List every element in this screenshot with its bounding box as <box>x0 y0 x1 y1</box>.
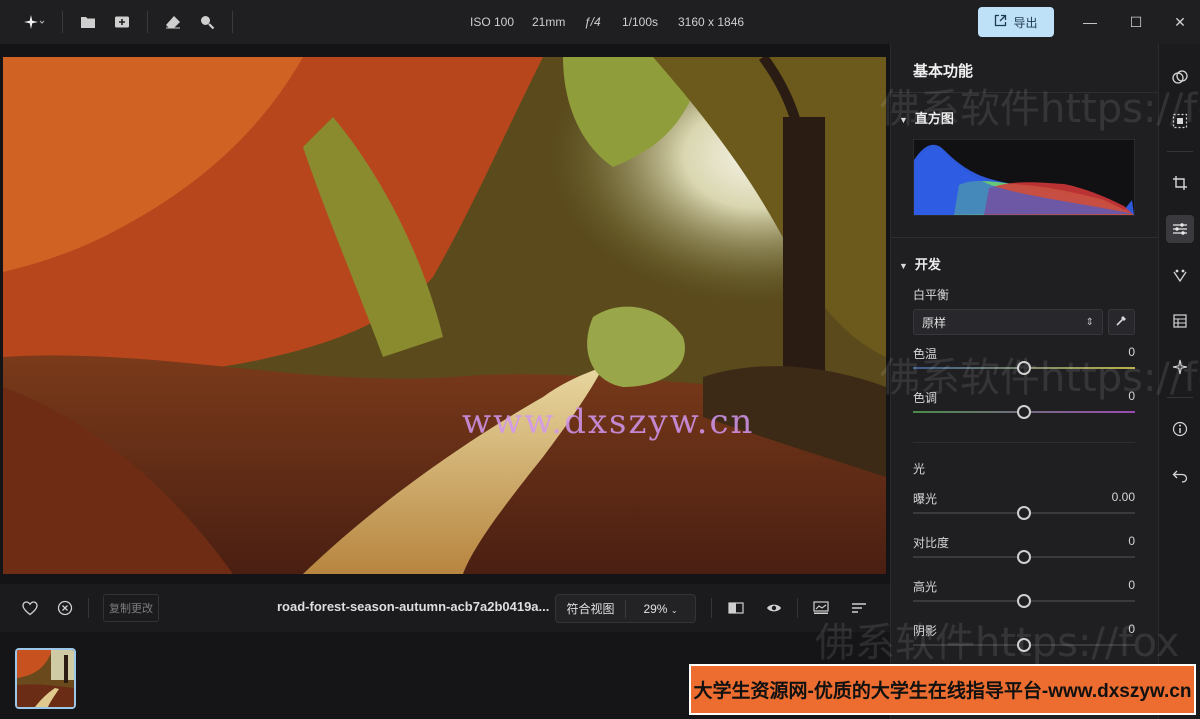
bottom-divider <box>797 598 798 618</box>
focal-length-value: 21mm <box>532 15 566 29</box>
chevron-down-icon: ⌄ <box>670 605 678 615</box>
highlights-slider[interactable]: 高光 0 <box>913 578 1135 618</box>
eraser-icon[interactable] <box>156 7 190 37</box>
rail-divider <box>1167 151 1193 152</box>
slider-value[interactable]: 0 <box>1128 534 1135 548</box>
top-toolbar: ISO 100 21mm ƒ/4 1/100s 3160 x 1846 导出 —… <box>0 0 1200 44</box>
aperture-value: ƒ/4 <box>584 15 601 29</box>
develop-label: 开发 <box>914 257 941 272</box>
histogram-chart <box>913 139 1135 216</box>
slider-value[interactable]: 0 <box>1128 389 1135 403</box>
collapse-triangle-icon: ▼ <box>899 261 908 271</box>
panel-title: 基本功能 <box>913 63 974 80</box>
adjustments-panel: 基本功能 ▼ 直方图 ▼ 开发 白平衡 原样 ⇕ 色温 0 色调 0 光 曝光 … <box>890 44 1159 719</box>
fit-to-view-button[interactable]: 符合视图 <box>556 600 625 617</box>
reject-icon[interactable] <box>55 598 75 618</box>
maximize-button[interactable]: ☐ <box>1113 0 1159 44</box>
collapse-triangle-icon: ▼ <box>899 115 908 125</box>
sparkle-icon[interactable] <box>14 7 54 37</box>
photo-canvas[interactable] <box>0 44 890 584</box>
search-icon[interactable] <box>190 7 224 37</box>
slider-knob[interactable] <box>1017 405 1031 419</box>
bottom-divider <box>88 598 89 618</box>
histogram-section-header[interactable]: ▼ 直方图 <box>899 108 954 127</box>
slider-knob[interactable] <box>1017 594 1031 608</box>
image-dimensions-value: 3160 x 1846 <box>678 15 745 29</box>
select-subject-icon[interactable] <box>1166 107 1194 135</box>
shutter-speed-value: 1/100s <box>622 15 659 29</box>
eye-icon[interactable] <box>764 598 784 618</box>
undo-icon[interactable] <box>1166 462 1194 490</box>
white-balance-select[interactable]: 原样 ⇕ <box>913 309 1103 335</box>
slider-value[interactable]: 0 <box>1128 578 1135 592</box>
bottom-toolbar: 复制更改 road-forest-season-autumn-acb7a2b04… <box>0 584 890 632</box>
info-icon[interactable] <box>1166 415 1194 443</box>
compare-icon[interactable] <box>726 598 746 618</box>
slider-label: 高光 <box>913 580 938 594</box>
rail-divider <box>1167 397 1193 398</box>
slider-label: 色调 <box>913 391 938 405</box>
slider-label: 色温 <box>913 347 938 361</box>
effects-sparkle-icon[interactable] <box>1166 353 1194 381</box>
healing-icon[interactable] <box>1166 261 1194 289</box>
iso-value: ISO 100 <box>470 15 515 29</box>
photo-thumbnail[interactable] <box>15 648 76 709</box>
eyedropper-button[interactable] <box>1108 309 1135 335</box>
slider-value[interactable]: 0.00 <box>1112 490 1135 504</box>
close-button[interactable]: ✕ <box>1157 0 1200 44</box>
promo-banner: 大学生资源网-优质的大学生在线指导平台-www.dxszyw.cn <box>689 664 1196 715</box>
panel-divider <box>891 92 1159 93</box>
panel-divider <box>891 237 1159 238</box>
slider-label: 对比度 <box>913 536 950 550</box>
light-section-label: 光 <box>913 462 926 476</box>
toolbar-divider <box>62 11 63 33</box>
white-balance-value: 原样 <box>922 315 947 330</box>
minimize-button[interactable]: — <box>1067 0 1113 44</box>
adjustments-icon[interactable] <box>1166 215 1194 243</box>
white-balance-label: 白平衡 <box>913 288 950 302</box>
file-name: road-forest-season-autumn-acb7a2b0419a..… <box>277 599 550 614</box>
toolbar-divider <box>232 11 233 33</box>
tint-slider[interactable]: 色调 0 <box>913 389 1135 429</box>
contrast-slider[interactable]: 对比度 0 <box>913 534 1135 574</box>
copy-changes-button[interactable]: 复制更改 <box>103 594 159 622</box>
toolbar-divider <box>147 11 148 33</box>
photo-metadata: ISO 100 21mm ƒ/4 1/100s 3160 x 1846 <box>470 0 758 44</box>
tool-rail <box>1158 44 1200 719</box>
updown-chevron-icon: ⇕ <box>1085 316 1094 328</box>
zoom-dropdown[interactable]: 29% ⌄ <box>626 602 695 616</box>
develop-section-header[interactable]: ▼ 开发 <box>899 254 941 273</box>
slider-label: 阴影 <box>913 624 938 638</box>
presets-icon[interactable] <box>1166 63 1194 91</box>
slider-knob[interactable] <box>1017 550 1031 564</box>
add-image-icon[interactable] <box>105 7 139 37</box>
autumn-forest-photo <box>3 57 886 616</box>
view-controls: 符合视图 29% ⌄ <box>555 594 696 623</box>
promo-banner-text: 大学生资源网-优质的大学生在线指导平台-www.dxszyw.cn <box>693 681 1192 702</box>
export-label: 导出 <box>1013 15 1038 30</box>
slider-value[interactable]: 0 <box>1128 345 1135 359</box>
eyedropper-icon <box>1115 314 1128 330</box>
export-icon <box>994 14 1007 30</box>
crop-icon[interactable] <box>1166 169 1194 197</box>
export-button[interactable]: 导出 <box>978 7 1054 37</box>
temperature-slider[interactable]: 色温 0 <box>913 345 1135 385</box>
zoom-value: 29% <box>643 601 668 616</box>
slider-value[interactable]: 0 <box>1128 622 1135 636</box>
sort-icon[interactable] <box>849 598 869 618</box>
exposure-slider[interactable]: 曝光 0.00 <box>913 490 1135 530</box>
slider-label: 曝光 <box>913 492 938 506</box>
shadows-slider[interactable]: 阴影 0 <box>913 622 1135 662</box>
bottom-divider <box>711 598 712 618</box>
heart-icon[interactable] <box>20 598 40 618</box>
panel-divider <box>913 442 1135 443</box>
slider-knob[interactable] <box>1017 506 1031 520</box>
slider-knob[interactable] <box>1017 638 1031 652</box>
folder-icon[interactable] <box>71 7 105 37</box>
filmstrip-toggle-icon[interactable] <box>811 598 831 618</box>
slider-knob[interactable] <box>1017 361 1031 375</box>
histogram-label: 直方图 <box>914 111 954 126</box>
layers-icon[interactable] <box>1166 307 1194 335</box>
